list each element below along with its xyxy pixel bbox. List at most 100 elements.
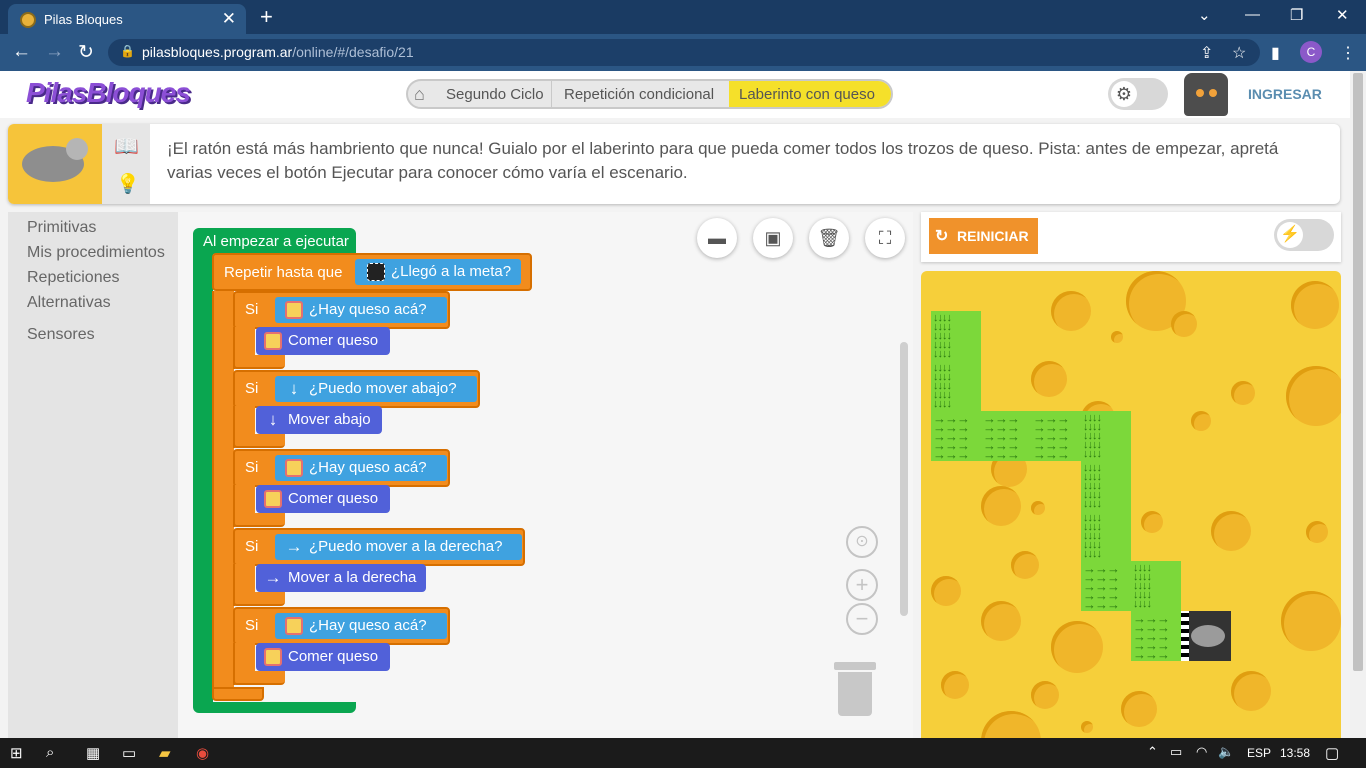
new-tab-icon[interactable]: + — [260, 4, 273, 30]
url-field[interactable]: 🔒 pilasbloques.program.ar/online/#/desaf… — [108, 39, 1260, 66]
page-scrollbar[interactable] — [1350, 71, 1366, 738]
challenge-image — [8, 124, 102, 204]
cheese-hole — [1231, 381, 1255, 405]
side-panel-icon[interactable]: ▮ — [1271, 43, 1280, 63]
reload-icon[interactable]: ↻ — [78, 41, 94, 64]
tab-close-icon[interactable]: ✕ — [222, 9, 236, 29]
maximize-icon[interactable]: ❐ — [1290, 6, 1303, 24]
condition-label: ¿Hay queso acá? — [309, 459, 427, 476]
condition-sensor-block[interactable]: ¿Hay queso acá? — [275, 455, 447, 481]
login-button[interactable]: INGRESAR — [1248, 86, 1322, 102]
game-stage: ↓↓↓↓ ↓↓↓↓ ↓↓↓↓ ↓↓↓↓ ↓↓↓↓ ↓↓↓↓ ↓↓↓↓ ↓↓↓↓ ↓↓↓↓ ↓↓↓↓… — [921, 271, 1341, 738]
zoom-in-icon[interactable]: + — [846, 569, 878, 601]
pilas-bloques-logo[interactable]: PilasBloques — [26, 77, 191, 109]
clock[interactable]: 13:58 — [1280, 746, 1310, 760]
finish-flag-icon — [367, 263, 385, 282]
breadcrumb-segundo-ciclo[interactable]: Segundo Ciclo — [446, 86, 544, 103]
back-icon[interactable]: ← — [12, 41, 31, 63]
workspace-scrollbar[interactable] — [900, 342, 908, 616]
trash-icon[interactable]: 🗑 — [809, 218, 849, 258]
event-block[interactable]: Al empezar a ejecutar — [193, 228, 356, 254]
condition-sensor-block[interactable]: ↓ ¿Puedo mover abajo? — [275, 376, 477, 402]
volume-icon[interactable]: 🔈 — [1218, 744, 1234, 760]
tray-chevron-icon[interactable]: ⌃ — [1147, 744, 1158, 760]
maze-cell: →→→ →→→ →→→ →→→ →→→ — [981, 411, 1031, 461]
windows-start-icon[interactable]: ⊞ — [10, 744, 23, 762]
share-icon[interactable]: ⇪ — [1200, 43, 1213, 63]
notifications-icon[interactable]: ▢ — [1325, 744, 1339, 762]
minimize-icon[interactable]: — — [1245, 6, 1260, 23]
phone-link-icon[interactable]: ▭ — [122, 744, 136, 762]
cheese-hole — [1011, 551, 1039, 579]
profile-avatar[interactable]: C — [1300, 41, 1322, 63]
condition-label: ¿Puedo mover a la derecha? — [309, 538, 503, 555]
breadcrumb: ⌂ Segundo Ciclo Repetición condicional L… — [406, 79, 893, 109]
wifi-icon[interactable]: ◠ — [1196, 744, 1207, 760]
battery-icon[interactable]: ▭ — [1170, 744, 1182, 760]
cheese-hole — [981, 711, 1041, 738]
windows-taskbar: ⊞ ⌕ ▦ ▭ ▰ ◉ ⌃ ▭ ◠ 🔈 ESP 13:58 ▢ — [0, 738, 1366, 768]
recenter-icon[interactable]: ⊙ — [846, 526, 878, 558]
condition-sensor-block[interactable]: ¿Hay queso acá? — [275, 297, 447, 323]
close-window-icon[interactable]: ✕ — [1336, 6, 1349, 24]
arrow-right-icon: → — [285, 537, 303, 557]
mouse-ear — [66, 138, 88, 160]
action-label: Mover a la derecha — [288, 569, 417, 586]
lock-icon: 🔒 — [120, 44, 135, 58]
action-block[interactable]: Comer queso — [256, 327, 390, 355]
maze-cell: ↓↓↓↓ ↓↓↓↓ ↓↓↓↓ ↓↓↓↓ ↓↓↓↓ — [931, 361, 981, 411]
category-primitivas[interactable]: Primitivas — [27, 219, 96, 237]
cheese-hole — [1281, 591, 1341, 651]
bookmark-star-icon[interactable]: ☆ — [1232, 43, 1246, 63]
category-sensores[interactable]: Sensores — [27, 326, 95, 344]
search-icon[interactable]: ⌕ — [46, 744, 54, 761]
category-repeticiones[interactable]: Repeticiones — [27, 269, 120, 287]
file-explorer-icon[interactable]: ▰ — [159, 744, 171, 762]
cat-avatar[interactable] — [1184, 73, 1228, 116]
condition-label: ¿Hay queso acá? — [309, 301, 427, 318]
breadcrumb-repeticion-condicional[interactable]: Repetición condicional — [564, 86, 714, 103]
language-indicator[interactable]: ESP — [1247, 746, 1271, 760]
lightbulb-icon[interactable]: 💡 — [116, 172, 140, 196]
reached-goal-sensor-block[interactable]: ¿Llegó a la meta? — [355, 259, 521, 285]
avatar-eye — [1196, 89, 1204, 97]
action-label: Mover abajo — [288, 411, 371, 428]
zoom-out-icon[interactable]: − — [846, 603, 878, 635]
category-mis-procedimientos[interactable]: Mis procedimientos — [27, 244, 165, 262]
cheese-hole — [1111, 331, 1123, 343]
cheese-hole — [1171, 311, 1197, 337]
save-icon[interactable]: ▣ — [753, 218, 793, 258]
turbo-toggle[interactable]: ⚡ — [1274, 219, 1334, 251]
maze-cell: ↓↓↓↓ ↓↓↓↓ ↓↓↓↓ ↓↓↓↓ ↓↓↓↓ — [931, 311, 981, 361]
if-label: Si — [245, 380, 259, 397]
if-label: Si — [245, 538, 259, 555]
fullscreen-icon[interactable]: ⛶ — [865, 218, 905, 258]
action-block[interactable]: → Mover a la derecha — [256, 564, 426, 592]
action-block[interactable]: Comer queso — [256, 485, 390, 513]
action-label: Comer queso — [288, 490, 379, 507]
chrome-icon[interactable]: ◉ — [196, 744, 209, 762]
book-icon[interactable]: 📖 — [114, 134, 139, 159]
browser-tab[interactable]: Pilas Bloques ✕ — [8, 4, 246, 34]
repeat-until-footer — [212, 687, 264, 701]
forward-icon[interactable]: → — [45, 41, 64, 63]
condition-sensor-block[interactable]: ¿Hay queso acá? — [275, 613, 447, 639]
repeat-until-body — [212, 291, 234, 689]
cheese-hole — [1121, 691, 1157, 727]
cheese-hole — [981, 486, 1021, 526]
category-alternativas[interactable]: Alternativas — [27, 294, 111, 312]
action-block[interactable]: ↓ Mover abajo — [256, 406, 382, 434]
browser-menu-icon[interactable]: ⋮ — [1340, 43, 1356, 63]
action-label: Comer queso — [288, 648, 379, 665]
action-block[interactable]: Comer queso — [256, 643, 390, 671]
cheese-hole — [1191, 411, 1211, 431]
maze-cell: →→→ →→→ →→→ →→→ →→→ — [931, 411, 981, 461]
condition-sensor-block[interactable]: → ¿Puedo mover a la derecha? — [275, 534, 522, 560]
home-icon[interactable]: ⌂ — [414, 84, 436, 106]
calculator-icon[interactable]: ▦ — [86, 744, 100, 762]
reset-button[interactable]: ↻ REINICIAR — [929, 218, 1038, 254]
tab-search-icon[interactable]: ⌄ — [1198, 6, 1211, 24]
settings-toggle[interactable]: ⚙ — [1108, 78, 1168, 110]
folder-icon[interactable]: ▬ — [697, 218, 737, 258]
workspace-trash-icon[interactable] — [834, 662, 876, 716]
